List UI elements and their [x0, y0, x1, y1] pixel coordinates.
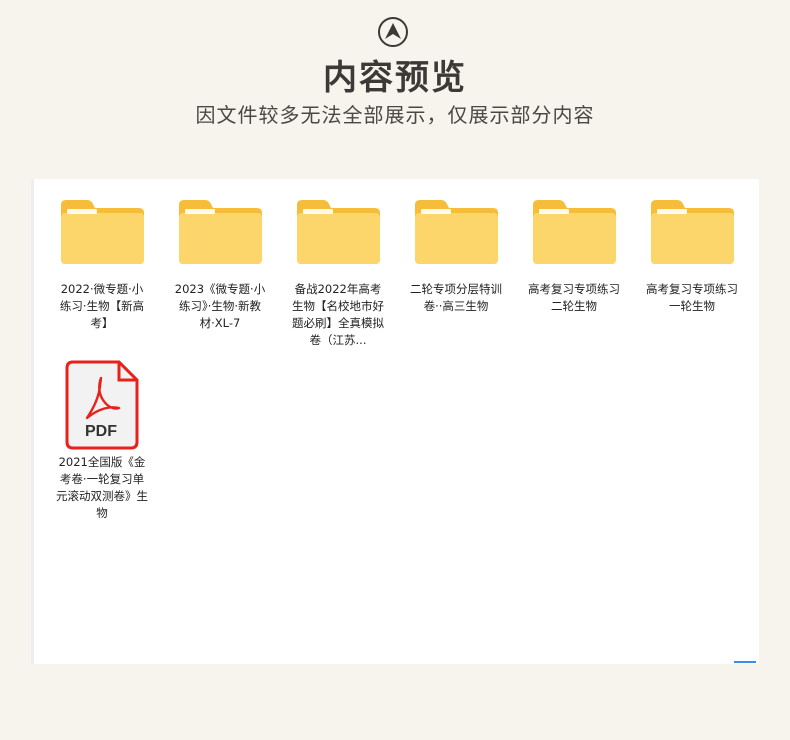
- page-title: 内容预览: [323, 58, 467, 98]
- file-name: 2022·微专题·小练习·生物【新高考】: [59, 282, 145, 330]
- file-item-pdf[interactable]: PDF 2021全国版《金考卷·一轮复习单元滚动双测卷》生物: [52, 360, 152, 522]
- folder-icon: [415, 200, 498, 264]
- folder-icon: [297, 200, 380, 264]
- pdf-file-icon: PDF: [65, 360, 139, 450]
- navigation-arrow-icon: [378, 17, 408, 47]
- folder-icon: [179, 200, 262, 264]
- folder-icon: [533, 200, 616, 264]
- file-name: 2021全国版《金考卷·一轮复习单元滚动双测卷》生物: [56, 455, 148, 520]
- file-name: 高考复习专项练习一轮生物: [646, 282, 738, 313]
- file-item-folder[interactable]: 高考复习专项练习一轮生物: [642, 199, 742, 315]
- file-name: 2023《微专题·小练习》·生物·新教材·XL-7: [174, 282, 266, 330]
- page-subtitle: 因文件较多无法全部展示，仅展示部分内容: [195, 103, 595, 127]
- folder-icon: [651, 200, 734, 264]
- file-item-folder[interactable]: 2022·微专题·小练习·生物【新高考】: [52, 199, 152, 332]
- file-item-folder[interactable]: 高考复习专项练习二轮生物: [524, 199, 624, 315]
- file-name: 二轮专项分层特训卷··高三生物: [410, 282, 502, 313]
- file-item-folder[interactable]: 2023《微专题·小练习》·生物·新教材·XL-7: [170, 199, 270, 332]
- pdf-badge: PDF: [85, 423, 117, 440]
- file-name: 高考复习专项练习二轮生物: [528, 282, 620, 313]
- file-item-folder[interactable]: 备战2022年高考生物【名校地市好题必刷】全真模拟卷（江苏...: [288, 199, 388, 349]
- file-name: 备战2022年高考生物【名校地市好题必刷】全真模拟卷（江苏...: [292, 282, 384, 347]
- panel-scroll-indicator: [734, 661, 756, 663]
- file-item-folder[interactable]: 二轮专项分层特训卷··高三生物: [406, 199, 506, 315]
- folder-icon: [61, 200, 144, 264]
